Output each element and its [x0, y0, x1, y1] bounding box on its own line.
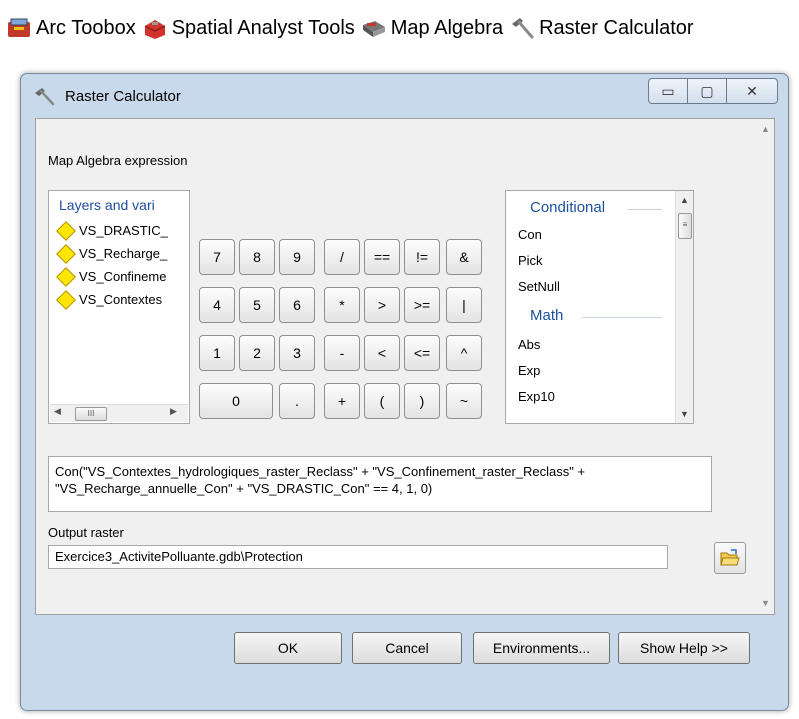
hammer-icon	[512, 18, 534, 39]
dialog-body: Map Algebra expression Layers and vari V…	[35, 118, 775, 615]
scroll-thumb[interactable]: III	[75, 407, 107, 421]
function-item[interactable]: SetNull	[518, 279, 560, 294]
key-2[interactable]: 2	[239, 335, 275, 371]
key-6[interactable]: 6	[279, 287, 315, 323]
raster-layer-icon	[56, 243, 76, 264]
open-folder-icon	[720, 549, 740, 566]
crumb-spatial-analyst[interactable]: Spatial Analyst Tools	[142, 16, 355, 40]
layer-item[interactable]: VS_Contextes	[55, 289, 163, 310]
crumb-map-algebra[interactable]: Map Algebra	[361, 16, 503, 40]
scroll-up-icon[interactable]: ▲	[676, 195, 693, 205]
key-minus[interactable]: -	[324, 335, 360, 371]
environments-button[interactable]: Environments...	[473, 632, 610, 664]
crumb-label: Arc Toobox	[36, 16, 136, 39]
layer-item[interactable]: VS_Recharge_	[55, 243, 168, 264]
hammer-icon	[35, 88, 55, 106]
key-3[interactable]: 3	[279, 335, 315, 371]
maximize-icon: ▢	[700, 82, 714, 99]
crumb-label: Raster Calculator	[539, 16, 694, 39]
function-item[interactable]: Con	[518, 227, 542, 242]
function-item[interactable]: Abs	[518, 337, 540, 352]
scroll-down-icon[interactable]: ▼	[676, 409, 693, 419]
functions-list[interactable]: Conditional Con Pick SetNull Math Abs Ex…	[505, 190, 694, 424]
key-divide[interactable]: /	[324, 239, 360, 275]
layers-horizontal-scrollbar[interactable]: ◀ III ▶	[50, 404, 188, 422]
toolset-icon	[362, 21, 385, 37]
key-close-paren[interactable]: )	[404, 383, 440, 419]
key-less[interactable]: <	[364, 335, 400, 371]
functions-vertical-scrollbar[interactable]: ▲ ≡ ▼	[675, 191, 693, 423]
scroll-down-icon[interactable]: ▼	[757, 595, 774, 612]
key-xor[interactable]: ^	[446, 335, 482, 371]
show-help-button[interactable]: Show Help >>	[618, 632, 750, 664]
function-item[interactable]: Pick	[518, 253, 543, 268]
key-7[interactable]: 7	[199, 239, 235, 275]
key-greater-equal[interactable]: >=	[404, 287, 440, 323]
function-item[interactable]: Exp	[518, 363, 540, 378]
scroll-thumb[interactable]: ≡	[678, 213, 692, 239]
output-raster-input[interactable]: Exercice3_ActivitePolluante.gdb\Protecti…	[48, 545, 668, 569]
maximize-button[interactable]: ▢	[688, 78, 727, 104]
crumb-label: Map Algebra	[390, 16, 504, 39]
header-divider	[628, 209, 662, 210]
key-decimal[interactable]: .	[279, 383, 315, 419]
layer-item[interactable]: VS_DRASTIC_	[55, 220, 168, 241]
layers-header: Layers and vari	[59, 197, 155, 213]
key-9[interactable]: 9	[279, 239, 315, 275]
browse-button[interactable]	[714, 542, 746, 574]
key-not-equal[interactable]: !=	[404, 239, 440, 275]
layer-label: VS_Confineme	[79, 269, 167, 284]
scroll-right-icon[interactable]: ▶	[170, 406, 177, 417]
key-not[interactable]: ~	[446, 383, 482, 419]
crumb-arc-toolbox[interactable]: Arc Toobox	[6, 16, 136, 40]
scroll-left-icon[interactable]: ◀	[54, 406, 61, 417]
layer-label: VS_Recharge_	[79, 246, 168, 261]
key-equal[interactable]: ==	[364, 239, 400, 275]
key-or[interactable]: |	[446, 287, 482, 323]
breadcrumb: Arc Toobox Spatial Analyst Tools Map Alg…	[6, 8, 700, 48]
expression-label: Map Algebra expression	[48, 153, 188, 168]
raster-layer-icon	[56, 266, 76, 287]
math-header: Math	[530, 307, 564, 324]
layer-item[interactable]: VS_Confineme	[55, 266, 167, 287]
function-item[interactable]: Exp10	[518, 389, 555, 404]
title-bar[interactable]: Raster Calculator ▭ ▢ ✕	[21, 74, 788, 118]
minimize-icon: ▭	[661, 82, 675, 99]
header-divider	[582, 317, 662, 318]
layer-label: VS_Contextes	[79, 292, 163, 307]
raster-layer-icon	[56, 289, 76, 310]
key-less-equal[interactable]: <=	[404, 335, 440, 371]
minimize-button[interactable]: ▭	[648, 78, 688, 104]
key-1[interactable]: 1	[199, 335, 235, 371]
key-4[interactable]: 4	[199, 287, 235, 323]
window-controls: ▭ ▢ ✕	[648, 78, 778, 104]
crumb-raster-calculator[interactable]: Raster Calculator	[509, 16, 694, 40]
key-multiply[interactable]: *	[324, 287, 360, 323]
layers-list[interactable]: Layers and vari VS_DRASTIC_ VS_Recharge_…	[48, 190, 190, 424]
ok-button[interactable]: OK	[234, 632, 342, 664]
raster-layer-icon	[56, 220, 76, 241]
conditional-header: Conditional	[530, 199, 606, 216]
key-5[interactable]: 5	[239, 287, 275, 323]
cancel-button[interactable]: Cancel	[352, 632, 462, 664]
raster-calculator-window: Raster Calculator ▭ ▢ ✕ Map Algebra expr…	[20, 73, 789, 711]
key-and[interactable]: &	[446, 239, 482, 275]
key-open-paren[interactable]: (	[364, 383, 400, 419]
output-raster-label: Output raster	[48, 525, 124, 540]
expression-textbox[interactable]: Con("VS_Contextes_hydrologiques_raster_R…	[48, 456, 712, 512]
close-button[interactable]: ✕	[727, 78, 778, 104]
close-icon: ✕	[746, 82, 758, 99]
toolbox-icon	[8, 18, 30, 37]
layer-label: VS_DRASTIC_	[79, 223, 168, 238]
key-greater[interactable]: >	[364, 287, 400, 323]
key-0[interactable]: 0	[199, 383, 273, 419]
dialog-vertical-scrollbar[interactable]: ▲ ▼	[757, 119, 774, 614]
window-title: Raster Calculator	[65, 88, 181, 105]
crumb-label: Spatial Analyst Tools	[171, 16, 355, 39]
key-8[interactable]: 8	[239, 239, 275, 275]
key-plus[interactable]: +	[324, 383, 360, 419]
scroll-up-icon[interactable]: ▲	[757, 121, 774, 138]
toolbox-red-icon	[144, 20, 166, 39]
